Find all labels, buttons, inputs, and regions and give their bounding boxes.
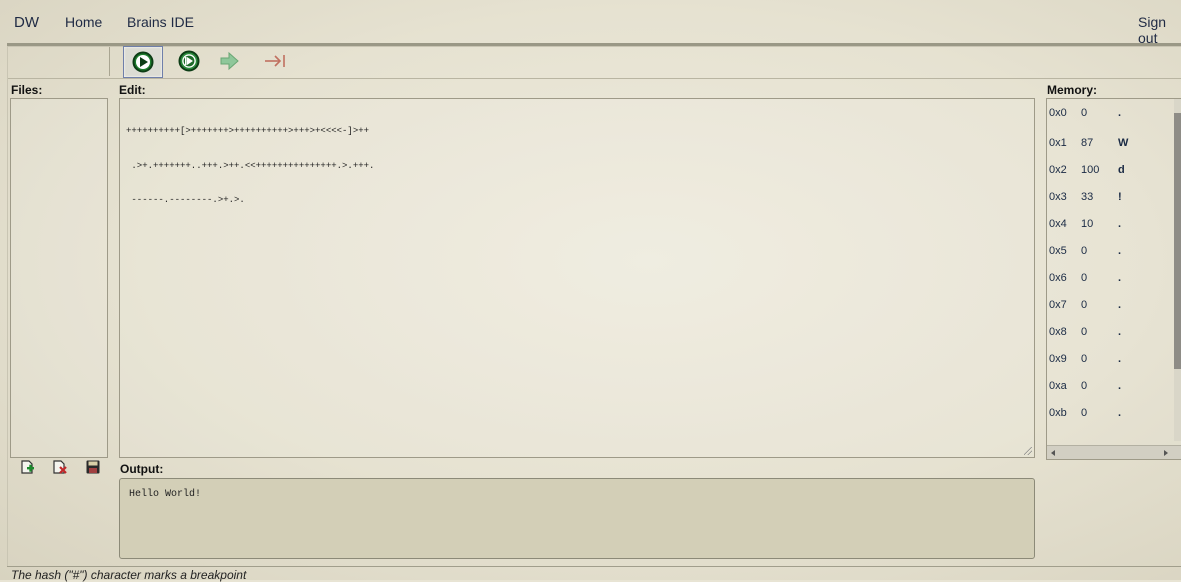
output-text: Hello World! bbox=[129, 489, 202, 500]
home-link[interactable]: Home bbox=[65, 14, 102, 30]
scroll-arrows-icon bbox=[1051, 450, 1168, 456]
new-file-button[interactable] bbox=[20, 459, 36, 475]
memory-address: 0x8 bbox=[1049, 326, 1067, 338]
footer-divider bbox=[7, 566, 1181, 567]
brains-ide-link[interactable]: Brains IDE bbox=[127, 14, 194, 30]
output-label: Output: bbox=[120, 462, 164, 476]
code-line: ++++++++++[>+++++++>++++++++++>+++>+<<<<… bbox=[126, 126, 370, 136]
memory-value: 87 bbox=[1081, 137, 1094, 149]
memory-row: 0x1 87 W bbox=[1047, 129, 1173, 156]
memory-address: 0x7 bbox=[1049, 299, 1067, 311]
memory-char: d bbox=[1118, 164, 1125, 176]
memory-char: . bbox=[1118, 218, 1122, 230]
output-console: Hello World! bbox=[119, 478, 1035, 559]
code-text: ++++++++++[>+++++++>++++++++++>+++>+<<<<… bbox=[126, 103, 374, 230]
memory-value: 0 bbox=[1081, 326, 1088, 338]
memory-address: 0x5 bbox=[1049, 245, 1067, 257]
memory-value: 0 bbox=[1081, 245, 1088, 257]
memory-char: . bbox=[1118, 353, 1122, 365]
step-to-end-icon bbox=[265, 55, 285, 67]
memory-value: 0 bbox=[1081, 107, 1088, 119]
files-list[interactable] bbox=[10, 98, 108, 458]
memory-address: 0x3 bbox=[1049, 191, 1067, 203]
memory-char: W bbox=[1118, 137, 1129, 149]
memory-row: 0xb 0 . bbox=[1047, 399, 1173, 426]
save-file-button[interactable] bbox=[85, 459, 101, 475]
run-debug-icon bbox=[178, 50, 200, 72]
memory-row: 0x0 0 . bbox=[1047, 99, 1173, 126]
memory-address: 0x9 bbox=[1049, 353, 1067, 365]
delete-file-icon bbox=[53, 460, 67, 474]
files-label: Files: bbox=[11, 83, 43, 97]
memory-char: . bbox=[1118, 380, 1122, 392]
memory-char: . bbox=[1118, 326, 1122, 338]
memory-value: 0 bbox=[1081, 407, 1088, 419]
memory-address: 0xa bbox=[1049, 380, 1067, 392]
edit-label: Edit: bbox=[119, 83, 146, 97]
resize-grip-icon[interactable] bbox=[1024, 447, 1032, 455]
memory-row: 0x6 0 . bbox=[1047, 264, 1173, 291]
memory-address: 0xb bbox=[1049, 407, 1067, 419]
memory-row: 0x3 33 ! bbox=[1047, 183, 1173, 210]
step-button[interactable] bbox=[210, 46, 248, 76]
memory-char: . bbox=[1118, 272, 1122, 284]
sign-out-link[interactable]: Sign out bbox=[1138, 14, 1181, 46]
run-icon bbox=[132, 51, 154, 73]
top-nav: DW Home Brains IDE Sign out bbox=[7, 0, 1181, 46]
memory-address: 0x0 bbox=[1049, 107, 1067, 119]
memory-address: 0x4 bbox=[1049, 218, 1067, 230]
memory-row: 0x9 0 . bbox=[1047, 345, 1173, 372]
memory-horizontal-scrollbar[interactable] bbox=[1047, 445, 1181, 459]
memory-value: 0 bbox=[1081, 299, 1088, 311]
page-background: DW Home Brains IDE Sign out Files: Edit:… bbox=[0, 0, 1181, 582]
left-border bbox=[7, 46, 8, 566]
memory-panel: 0x0 0 . 0x1 87 W 0x2 100 d 0x3 33 ! 0x4 … bbox=[1046, 98, 1181, 460]
memory-row: 0xa 0 . bbox=[1047, 372, 1173, 399]
code-line: ------.--------.>+.>. bbox=[126, 195, 245, 205]
memory-value: 0 bbox=[1081, 380, 1088, 392]
memory-scroll-thumb[interactable] bbox=[1174, 113, 1181, 369]
run-button[interactable] bbox=[123, 46, 163, 78]
memory-address: 0x6 bbox=[1049, 272, 1067, 284]
memory-value: 33 bbox=[1081, 191, 1094, 203]
step-icon bbox=[220, 51, 239, 71]
save-file-icon bbox=[86, 460, 100, 474]
memory-vertical-scrollbar[interactable] bbox=[1174, 99, 1181, 441]
memory-value: 100 bbox=[1081, 164, 1100, 176]
memory-char: ! bbox=[1118, 191, 1122, 203]
memory-value: 0 bbox=[1081, 272, 1088, 284]
memory-address: 0x2 bbox=[1049, 164, 1067, 176]
memory-char: . bbox=[1118, 299, 1122, 311]
memory-label: Memory: bbox=[1047, 83, 1098, 97]
code-editor[interactable]: ++++++++++[>+++++++>++++++++++>+++>+<<<<… bbox=[119, 98, 1035, 458]
memory-row: 0x5 0 . bbox=[1047, 237, 1173, 264]
toolbar-left-cell bbox=[9, 47, 110, 76]
memory-value: 0 bbox=[1081, 353, 1088, 365]
memory-row: 0x8 0 . bbox=[1047, 318, 1173, 345]
new-file-icon bbox=[21, 460, 34, 474]
memory-row: 0x7 0 . bbox=[1047, 291, 1173, 318]
memory-char: . bbox=[1118, 107, 1122, 119]
memory-value: 10 bbox=[1081, 218, 1094, 230]
step-to-end-button[interactable] bbox=[256, 46, 294, 76]
memory-char: . bbox=[1118, 407, 1122, 419]
brand-link[interactable]: DW bbox=[14, 14, 39, 31]
memory-row: 0x4 10 . bbox=[1047, 210, 1173, 237]
delete-file-button[interactable] bbox=[52, 459, 68, 475]
run-debug-button[interactable] bbox=[170, 46, 208, 76]
memory-char: . bbox=[1118, 245, 1122, 257]
memory-address: 0x1 bbox=[1049, 137, 1067, 149]
code-line: .>+.+++++++..+++.>++.<<+++++++++++++++.>… bbox=[126, 160, 375, 171]
memory-row: 0x2 100 d bbox=[1047, 156, 1173, 183]
